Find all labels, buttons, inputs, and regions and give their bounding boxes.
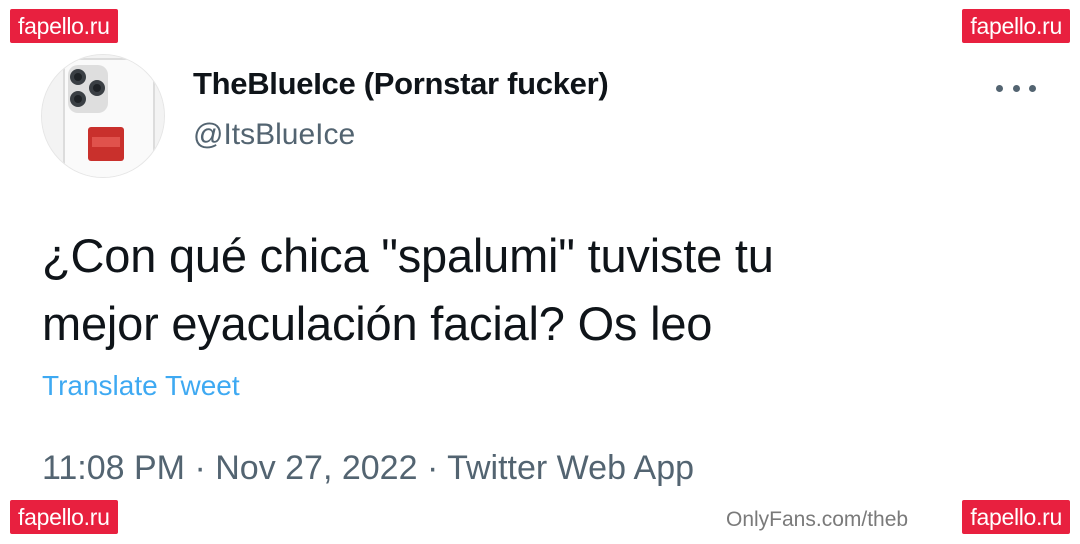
watermark-top-right: fapello.ru <box>962 9 1070 43</box>
tweet-source: Twitter Web App <box>447 449 695 487</box>
tweet-text: ¿Con qué chica "spalumi" tuviste tu mejo… <box>42 222 1042 358</box>
user-handle[interactable]: @ItsBlueIce <box>193 118 355 152</box>
tweet-text-line: mejor eyaculación facial? Os leo <box>42 297 713 350</box>
watermark-bottom-left: fapello.ru <box>10 500 118 534</box>
tweet-text-line: ¿Con qué chica "spalumi" tuviste tu <box>42 229 774 282</box>
watermark-bottom-right: fapello.ru <box>962 500 1070 534</box>
more-dot <box>1029 84 1036 92</box>
meta-separator: · <box>185 449 216 487</box>
onlyfans-watermark: OnlyFans.com/theb <box>726 508 909 531</box>
translate-tweet-link[interactable]: Translate Tweet <box>42 370 240 402</box>
watermark-top-left: fapello.ru <box>10 9 118 43</box>
display-name[interactable]: TheBlueIce (Pornstar fucker) <box>193 66 609 102</box>
meta-separator: · <box>417 449 448 487</box>
tweet-date[interactable]: Nov 27, 2022 <box>215 449 417 487</box>
phone-avatar-icon <box>42 55 164 177</box>
tweet-time[interactable]: 11:08 PM <box>42 449 185 487</box>
avatar[interactable] <box>41 54 165 178</box>
tweet-metadata: 11:08 PM · Nov 27, 2022 · Twitter Web Ap… <box>42 449 694 488</box>
more-options-icon[interactable] <box>994 76 1038 100</box>
more-dot <box>996 84 1003 92</box>
more-dot <box>1012 84 1020 92</box>
